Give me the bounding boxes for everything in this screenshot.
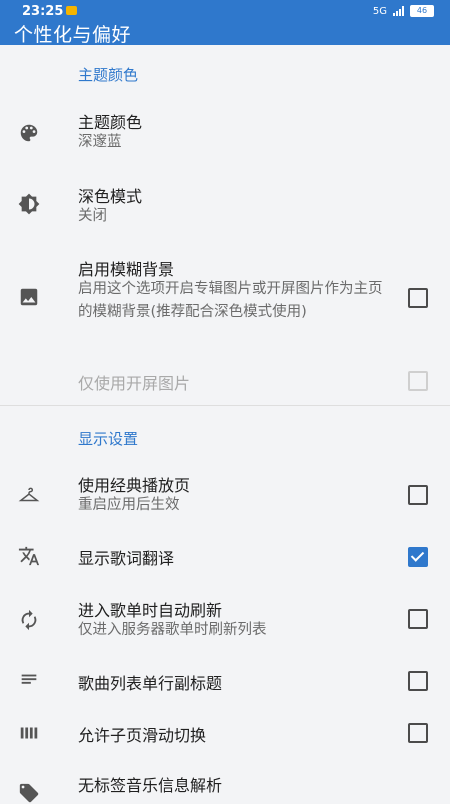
battery-icon: 46 (410, 5, 434, 17)
setting-title: 使用经典播放页 (78, 476, 191, 495)
section-header-theme: 主题颜色 (78, 66, 139, 84)
setting-blur-background[interactable]: 启用模糊背景 启用这个选项开启专辑图片或开屏图片作为主页的模糊背景(推荐配合深色… (0, 250, 450, 345)
setting-theme-color[interactable]: 主题颜色 深邃蓝 (0, 100, 450, 170)
brightness-icon (18, 193, 40, 215)
setting-title: 仅使用开屏图片 (78, 374, 191, 393)
setting-classic-player[interactable]: 使用经典播放页 重启应用后生效 (0, 466, 450, 526)
setting-title: 启用模糊背景 (78, 260, 175, 279)
setting-untagged-parsing[interactable]: 无标签音乐信息解析 (0, 770, 450, 803)
setting-swipe-pages[interactable]: 允许子页滑动切换 (0, 716, 450, 752)
single-line-subtitle-checkbox[interactable] (408, 671, 428, 691)
setting-lyric-translation[interactable]: 显示歌词翻译 (0, 538, 450, 574)
splash-only-checkbox (408, 371, 428, 391)
classic-player-checkbox[interactable] (408, 485, 428, 505)
network-type: 5G (372, 5, 387, 17)
auto-refresh-checkbox[interactable] (408, 609, 428, 629)
section-header-display: 显示设置 (78, 430, 139, 448)
status-time: 23:25 (22, 4, 64, 19)
setting-dark-mode[interactable]: 深色模式 关闭 (0, 175, 450, 235)
hanger-icon (18, 484, 40, 506)
setting-subtitle: 仅进入服务器歌单时刷新列表 (78, 622, 267, 638)
signal-icon (393, 6, 404, 16)
setting-title: 歌曲列表单行副标题 (78, 674, 223, 693)
tag-icon (18, 782, 40, 804)
status-indicators: 5G 46 (373, 5, 434, 17)
lyric-translation-checkbox[interactable] (408, 547, 428, 567)
translate-icon (18, 545, 40, 567)
setting-subtitle: 重启应用后生效 (78, 497, 180, 513)
palette-icon (18, 122, 40, 144)
setting-subtitle: 深邃蓝 (78, 134, 122, 150)
section-divider (0, 405, 450, 406)
setting-title: 允许子页滑动切换 (78, 726, 207, 745)
page-title: 个性化与偏好 (14, 24, 132, 46)
view-column-icon (18, 722, 40, 744)
short-text-icon (18, 670, 40, 692)
swipe-pages-checkbox[interactable] (408, 723, 428, 743)
app-bar: 23:25 5G 46 个性化与偏好 (0, 0, 450, 46)
setting-subtitle: 启用这个选项开启专辑图片或开屏图片作为主页的模糊背景(推荐配合深色模式使用) (78, 281, 383, 320)
blur-background-checkbox[interactable] (408, 288, 428, 308)
setting-single-line-subtitle[interactable]: 歌曲列表单行副标题 (0, 664, 450, 700)
setting-title: 无标签音乐信息解析 (78, 776, 223, 795)
notification-icon (66, 6, 77, 15)
setting-title: 显示歌词翻译 (78, 549, 175, 568)
setting-title: 主题颜色 (78, 113, 143, 132)
refresh-icon (18, 609, 40, 631)
setting-title: 深色模式 (78, 187, 143, 206)
setting-auto-refresh[interactable]: 进入歌单时自动刷新 仅进入服务器歌单时刷新列表 (0, 592, 450, 652)
setting-title: 进入歌单时自动刷新 (78, 601, 223, 620)
setting-splash-only: 仅使用开屏图片 (0, 362, 450, 398)
image-icon (18, 286, 40, 308)
setting-subtitle: 关闭 (78, 208, 107, 224)
